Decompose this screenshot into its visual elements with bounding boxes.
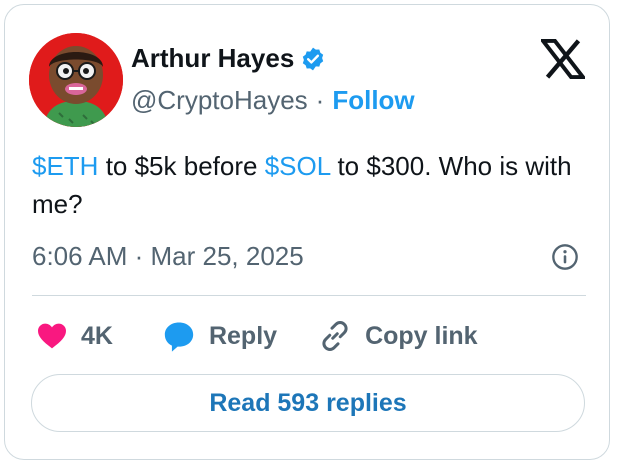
copy-link-label: Copy link — [365, 321, 478, 350]
x-logo-icon[interactable] — [538, 38, 588, 80]
link-icon — [322, 321, 348, 351]
author-name[interactable]: Arthur Hayes — [131, 43, 294, 74]
author-name-row: Arthur Hayes — [131, 43, 326, 74]
verified-badge-icon — [300, 46, 326, 72]
tweet-text-segment: to $5k before — [98, 151, 265, 181]
heart-icon — [38, 323, 66, 349]
reply-button[interactable]: Reply — [161, 319, 277, 353]
author-handle[interactable]: @CryptoHayes — [131, 85, 308, 116]
tweet-text: $ETH to $5k before $SOL to $300. Who is … — [32, 147, 592, 223]
info-icon[interactable] — [551, 243, 579, 271]
follow-button[interactable]: Follow — [332, 85, 414, 116]
separator-dot: · — [315, 85, 325, 115]
reply-bubble-icon — [164, 322, 194, 352]
avatar[interactable] — [29, 33, 123, 127]
like-button[interactable]: 4K — [35, 320, 113, 352]
divider — [32, 295, 586, 296]
read-replies-button[interactable]: Read 593 replies — [31, 374, 585, 432]
author-handle-row: @CryptoHayes · Follow — [131, 85, 415, 116]
cashtag-sol[interactable]: $SOL — [265, 151, 331, 181]
reply-label: Reply — [208, 321, 278, 350]
tweet-card[interactable]: Arthur Hayes @CryptoHayes · Follow $ETH … — [4, 4, 610, 460]
copy-link-button[interactable]: Copy link — [317, 318, 478, 354]
like-count: 4K — [81, 321, 113, 350]
tweet-timestamp[interactable]: 6:06 AM · Mar 25, 2025 — [32, 241, 304, 272]
action-bar: 4K Reply Copy link — [35, 315, 478, 357]
cashtag-eth[interactable]: $ETH — [32, 151, 98, 181]
